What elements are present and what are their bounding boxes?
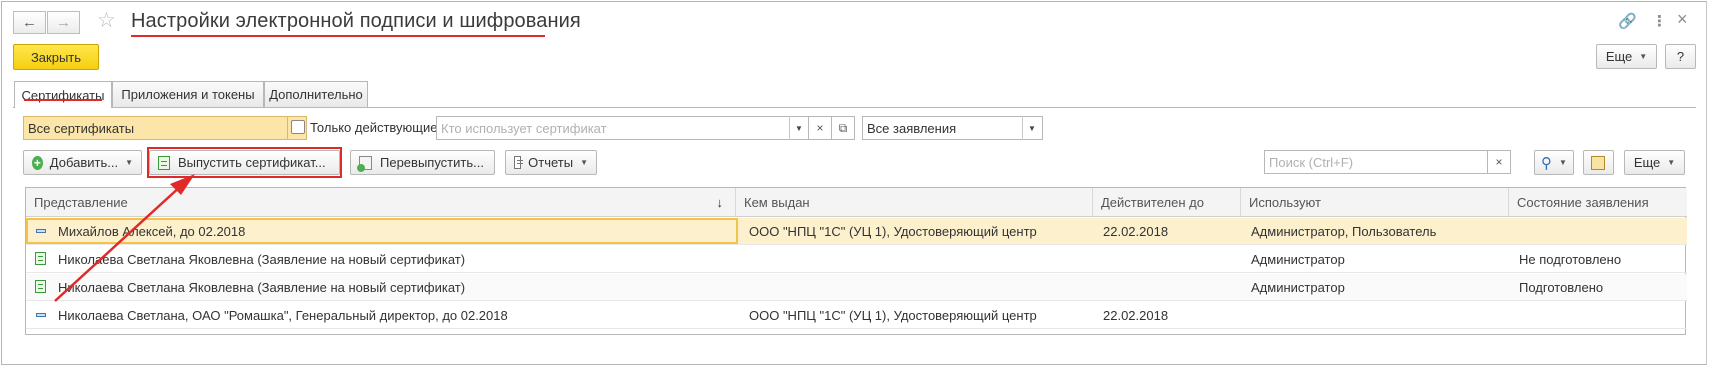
annotation-arrow-line bbox=[54, 184, 183, 302]
annotation-arrow bbox=[54, 174, 195, 302]
